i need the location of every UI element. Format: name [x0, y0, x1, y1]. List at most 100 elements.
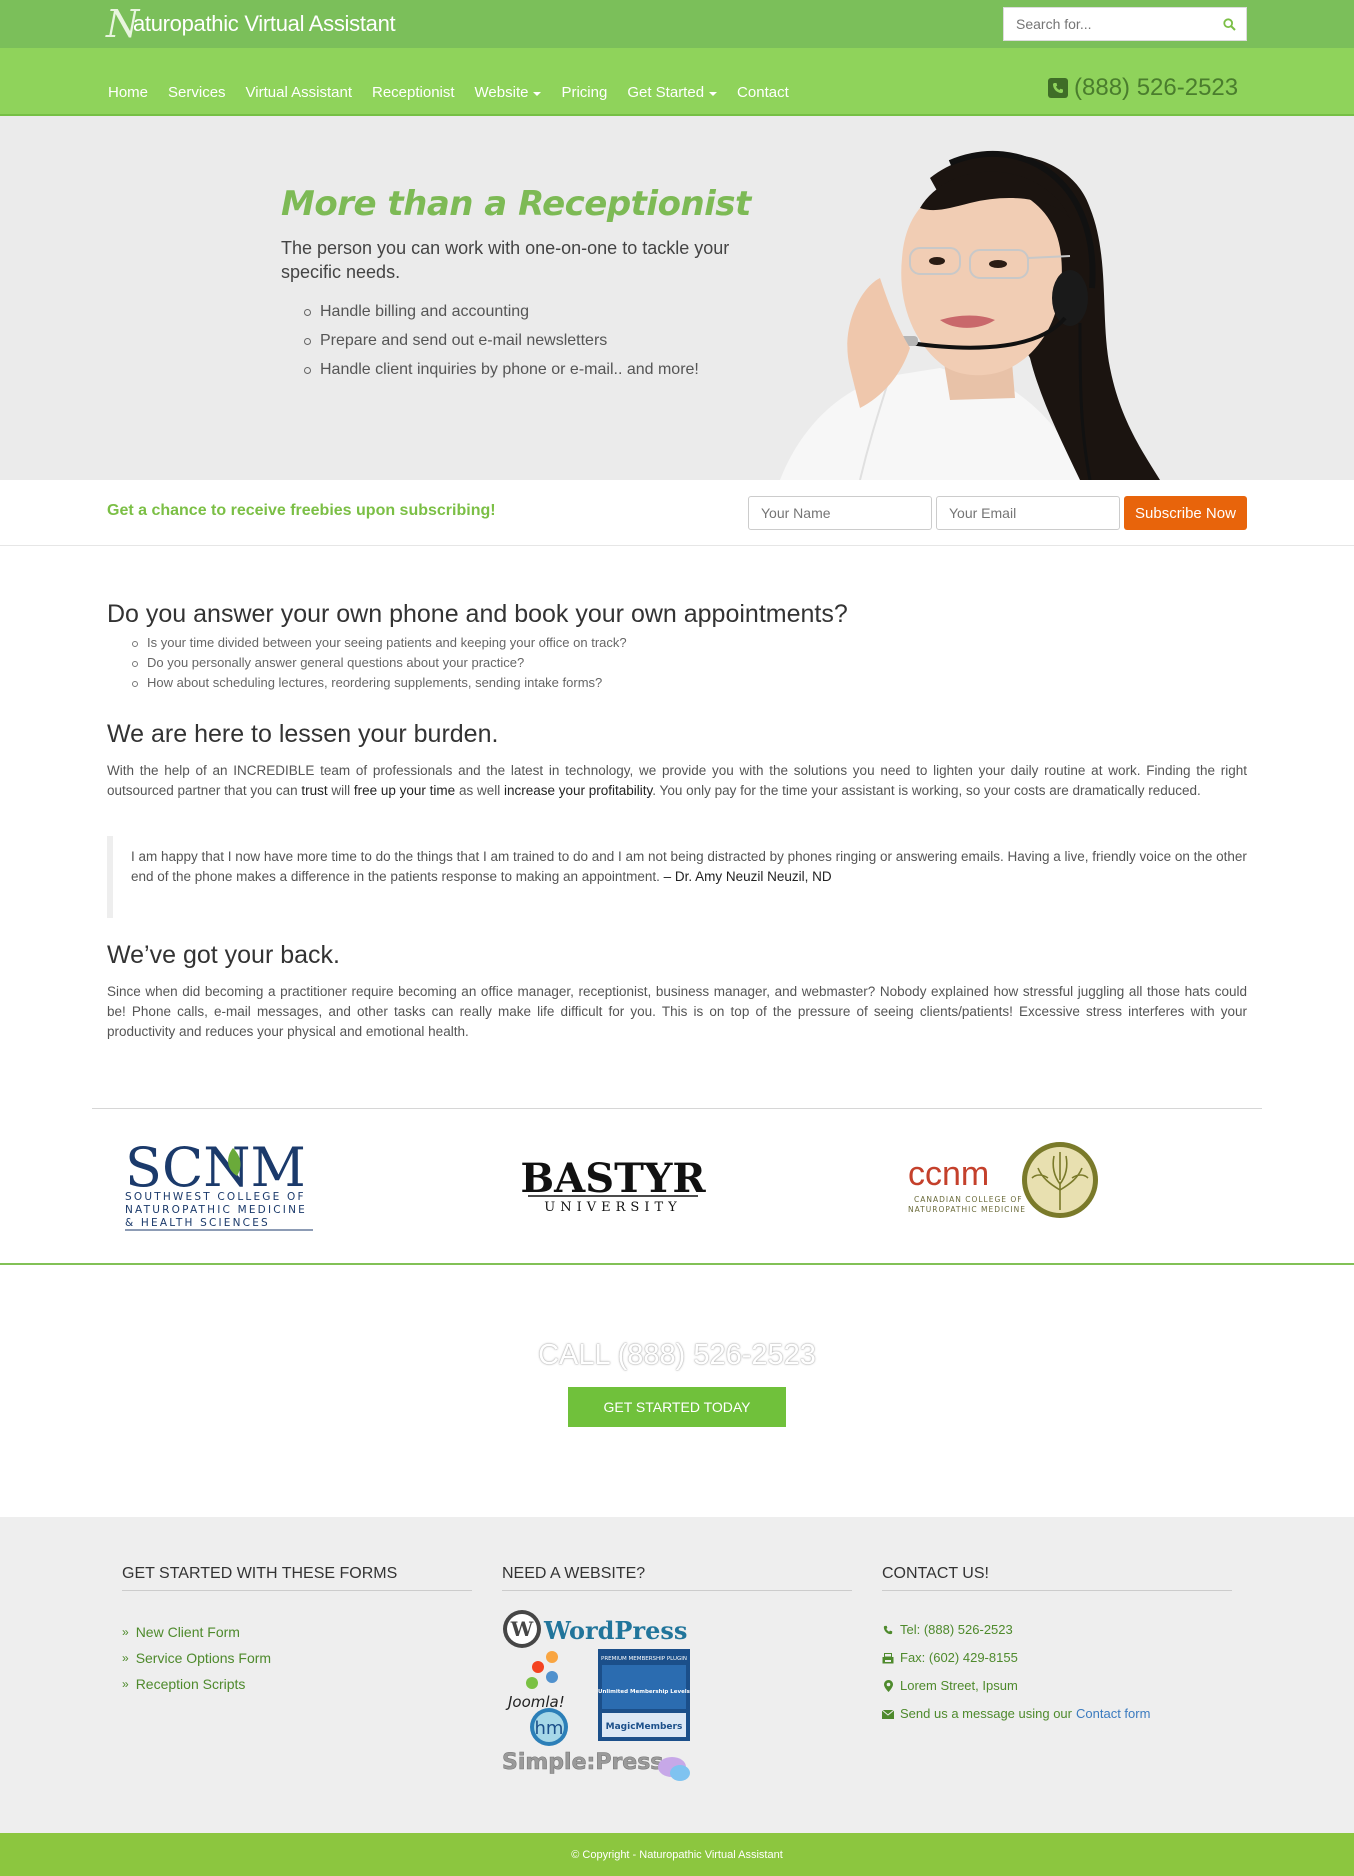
nav-get-started-label: Get Started [627, 84, 705, 101]
contact-form-link[interactable]: Contact form [1076, 1700, 1150, 1728]
footer-website-title: NEED A WEBSITE? [502, 1565, 852, 1591]
bastyr-mark: BASTYR [520, 1156, 706, 1202]
scnm-mark: SCNM [125, 1136, 306, 1199]
top-bar: N aturopathic Virtual Assistant [0, 0, 1354, 48]
caret-down-icon [709, 91, 718, 96]
contact-address: Lorem Street, Ipsum [882, 1672, 1232, 1700]
magic-bottom-text: MagicMembers [606, 1722, 683, 1732]
nav-contact-label: Contact [737, 84, 789, 101]
nav-services-label: Services [168, 84, 226, 101]
questions-heading: Do you answer your own phone and book yo… [107, 600, 848, 628]
joomla-logo-text: Joomla! [505, 1693, 565, 1711]
footer-forms-column: GET STARTED WITH THESE FORMS » New Client… [122, 1565, 472, 1697]
subscribe-button[interactable]: Subscribe Now [1124, 496, 1247, 530]
nav-receptionist[interactable]: Receptionist [372, 84, 455, 101]
nav-home[interactable]: Home [108, 84, 148, 101]
nav-virtual-assistant[interactable]: Virtual Assistant [246, 84, 352, 101]
nav-get-started-dropdown[interactable]: Get Started [627, 84, 718, 101]
forms-link-label: Service Options Form [135, 1650, 272, 1666]
ccnm-line2: NATUROPATHIC MEDICINE [908, 1205, 1026, 1214]
emphasis-free-time: free up your time [353, 783, 456, 798]
contact-fax-text: Fax: (602) 429-8155 [900, 1650, 1018, 1665]
footer-contact-column: CONTACT US! Tel: (888) 526-2523 Fax: (60… [882, 1565, 1232, 1728]
header-phone[interactable]: (888) 526-2523 [1048, 74, 1238, 102]
nav-website-dropdown[interactable]: Website [475, 84, 542, 101]
svg-text:W: W [510, 1617, 534, 1641]
get-started-button[interactable]: GET STARTED TODAY [568, 1387, 786, 1427]
simplepress-logo-text: Simple:Press [502, 1750, 663, 1775]
magic-top-text: PREMIUM MEMBERSHIP PLUGIN [601, 1656, 687, 1662]
subscribe-name-input[interactable] [748, 496, 932, 530]
main-nav: Home Services Virtual Assistant Receptio… [108, 84, 809, 101]
forms-link-reception-scripts[interactable]: » Reception Scripts [122, 1671, 472, 1697]
search-input[interactable] [1004, 8, 1212, 40]
copyright-text: © Copyright - Naturopathic Virtual Assis… [571, 1848, 783, 1861]
forms-link-service-options[interactable]: » Service Options Form [122, 1645, 472, 1671]
hero-list: Handle billing and accounting Prepare an… [304, 297, 699, 384]
ccnm-line1: CANADIAN COLLEGE OF [914, 1195, 1023, 1204]
nav-receptionist-label: Receptionist [372, 84, 455, 101]
burden-section: We are here to lessen your burden. With … [107, 720, 1247, 801]
scnm-line3: & HEALTH SCIENCES [125, 1217, 270, 1229]
receptionist-photo [780, 151, 1160, 480]
nav-pricing-label: Pricing [561, 84, 608, 101]
ccnm-logo[interactable]: ccnm CANADIAN COLLEGE OF NATUROPATHIC ME… [908, 1140, 1098, 1222]
joomla-icon [526, 1651, 558, 1689]
hero-lead: The person you can work with one-on-one … [281, 238, 730, 282]
hero-section: More than a Receptionist The person you … [0, 116, 1354, 480]
double-chevron-right-icon: » [122, 1651, 129, 1665]
subscribe-email-input[interactable] [936, 496, 1120, 530]
emphasis-profitability: increase your profitability [503, 783, 653, 798]
nav-pricing[interactable]: Pricing [561, 84, 607, 101]
caret-down-icon [533, 91, 542, 96]
contact-message: Send us a message using our Contact form [882, 1700, 1232, 1728]
contact-tel: Tel: (888) 526-2523 [882, 1616, 1232, 1644]
search-icon[interactable] [1212, 7, 1246, 41]
map-marker-icon [882, 1680, 894, 1692]
emphasis-trust: trust [301, 783, 328, 798]
question-item: Do you personally answer general questio… [107, 653, 1247, 673]
fax-icon [882, 1652, 894, 1664]
burden-heading: We are here to lessen your burden. [107, 720, 499, 748]
hero-list-item: Handle client inquiries by phone or e-ma… [304, 355, 699, 384]
contact-list: Tel: (888) 526-2523 Fax: (602) 429-8155 … [882, 1616, 1232, 1728]
contact-fax: Fax: (602) 429-8155 [882, 1644, 1232, 1672]
question-item: Is your time divided between your seeing… [107, 633, 1247, 653]
nav-bar: Home Services Virtual Assistant Receptio… [0, 48, 1354, 116]
phone-icon [882, 1624, 894, 1636]
contact-message-text: Send us a message using our [900, 1706, 1072, 1721]
quote-author: – Dr. Amy Neuzil Neuzil, ND [663, 869, 832, 884]
back-section: We’ve got your back. Since when did beco… [107, 941, 1247, 1042]
logo-text: aturopathic Virtual Assistant [132, 11, 396, 36]
hero-list-item: Handle billing and accounting [304, 297, 699, 326]
text-run: will [327, 783, 354, 798]
nav-virtual-assistant-label: Virtual Assistant [245, 84, 352, 101]
double-chevron-right-icon: » [122, 1625, 129, 1639]
cms-logos-image[interactable]: W WordPress Joomla! PREMIUM MEMBERSHIP P… [502, 1609, 702, 1789]
envelope-icon [882, 1708, 894, 1720]
nav-home-label: Home [108, 84, 149, 101]
search-box [1003, 7, 1247, 41]
svg-text:hm: hm [535, 1718, 564, 1739]
scnm-line1: SOUTHWEST COLLEGE OF [125, 1191, 306, 1203]
ccnm-mark: ccnm [908, 1155, 989, 1193]
site-logo[interactable]: N aturopathic Virtual Assistant [106, 5, 396, 43]
nav-contact[interactable]: Contact [737, 84, 789, 101]
footer: GET STARTED WITH THESE FORMS » New Client… [0, 1517, 1354, 1833]
double-chevron-right-icon: » [122, 1677, 129, 1691]
footer-forms-title: GET STARTED WITH THESE FORMS [122, 1565, 472, 1591]
back-heading: We’ve got your back. [107, 941, 340, 969]
text-run: . You only pay for the time your assista… [652, 783, 1201, 798]
bastyr-logo[interactable]: BASTYR UNIVERSITY [520, 1156, 706, 1214]
burden-paragraph: With the help of an INCREDIBLE team of p… [107, 761, 1247, 801]
nav-services[interactable]: Services [168, 84, 226, 101]
subscribe-bar: Get a chance to receive freebies upon su… [0, 480, 1354, 546]
cta-call-text: CALL (888) 526-2523 [538, 1339, 816, 1371]
header-phone-number: (888) 526-2523 [1074, 74, 1239, 101]
forms-link-new-client[interactable]: » New Client Form [122, 1619, 472, 1645]
footer-contact-title: CONTACT US! [882, 1565, 1232, 1591]
wordpress-logo-text: WordPress [543, 1616, 687, 1645]
scnm-logo[interactable]: SCNM SOUTHWEST COLLEGE OF NATUROPATHIC M… [125, 1136, 325, 1232]
subscribe-text: Get a chance to receive freebies upon su… [107, 502, 496, 519]
divider [92, 1108, 1262, 1109]
